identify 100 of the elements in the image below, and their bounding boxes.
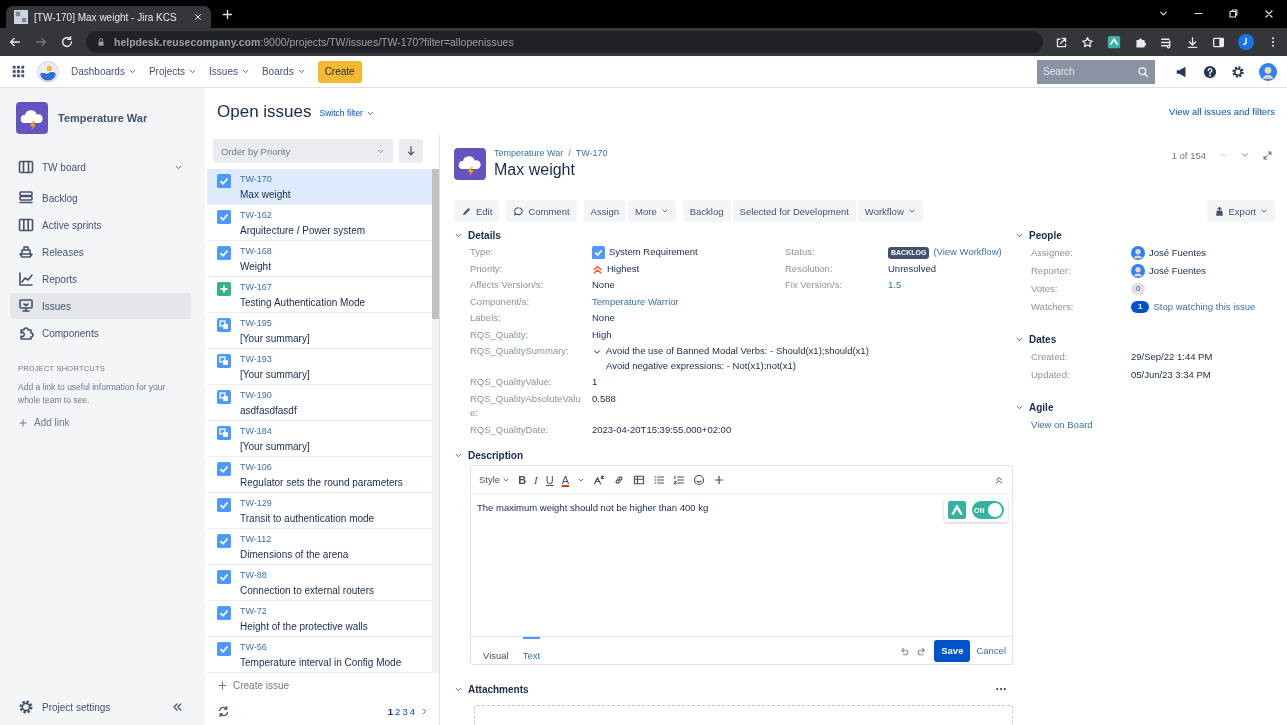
bullet-list-icon[interactable] — [653, 473, 666, 486]
table-icon[interactable] — [633, 473, 646, 486]
plus-icon[interactable] — [713, 473, 726, 486]
scrollbar[interactable] — [432, 169, 439, 673]
sort-button[interactable] — [399, 139, 423, 163]
collapse-icon[interactable] — [994, 474, 1004, 485]
issue-list-item[interactable]: TW-184 [Your summary] — [207, 421, 432, 457]
address-bar[interactable]: helpdesk.reusecompany.com:9000/projects/TW/issues/TW-170?filter=allopenissues — [86, 31, 1043, 53]
toolbar-button[interactable]: Backlog — [682, 200, 731, 222]
collapse-icon[interactable] — [171, 701, 183, 713]
issue-list-item[interactable]: TW-88 Connection to external routers — [207, 565, 432, 601]
download-icon[interactable] — [1186, 35, 1199, 49]
new-tab-icon[interactable] — [221, 7, 234, 21]
field-link[interactable]: 1.5 — [888, 278, 902, 293]
nav-menu[interactable]: Boards — [261, 66, 306, 77]
format-button[interactable]: I — [534, 473, 538, 486]
expand-icon[interactable] — [1262, 150, 1273, 161]
watch-link[interactable]: Stop watching this issue — [1153, 299, 1256, 315]
sidebar-item[interactable]: TW board — [10, 154, 191, 180]
refresh-icon[interactable] — [217, 704, 230, 718]
nav-menu[interactable]: Dashboards — [71, 66, 137, 77]
share-icon[interactable] — [1055, 35, 1068, 49]
profile-icon[interactable] — [1238, 34, 1254, 50]
toolbar-button[interactable]: Selected for Development — [732, 200, 856, 222]
order-dropdown[interactable]: Order by Priority — [213, 139, 393, 163]
next-page-icon[interactable] — [420, 706, 429, 716]
breadcrumb-link[interactable]: TW-170 — [575, 148, 608, 158]
breadcrumb-link[interactable]: Temperature War — [494, 148, 564, 158]
issue-list-item[interactable]: TW-106 Regulator sets the round parameters — [207, 457, 432, 493]
toolbar-button[interactable]: Edit — [454, 200, 500, 222]
help-icon[interactable] — [1203, 64, 1217, 79]
page-link[interactable]: 4 — [409, 705, 415, 717]
board-link[interactable]: View on Board — [1031, 417, 1093, 433]
editor-mode-tab[interactable]: Text — [522, 636, 541, 665]
issue-list-item[interactable]: TW-195 [Your summary] — [207, 313, 432, 349]
chevron-down-icon[interactable] — [592, 347, 602, 357]
editor-mode-tab[interactable]: Visual — [483, 636, 509, 665]
sidebar-item[interactable]: Releases — [10, 239, 191, 265]
cancel-link[interactable]: Cancel — [976, 645, 1006, 656]
forward-icon[interactable] — [34, 35, 48, 49]
save-button[interactable]: Save — [934, 639, 971, 662]
avatar-icon[interactable] — [1259, 62, 1277, 81]
issue-list-item[interactable]: TW-190 asdfasdfasdf — [207, 385, 432, 421]
back-icon[interactable] — [8, 35, 22, 49]
nav-menu[interactable]: Projects — [148, 66, 198, 77]
puzzle-icon[interactable] — [1134, 35, 1147, 49]
menu-button[interactable]: More — [628, 200, 676, 222]
close-icon[interactable] — [1263, 8, 1275, 20]
sidebar-item[interactable]: Components — [10, 320, 191, 346]
issue-list-item[interactable]: TW-170 Max weight — [207, 169, 432, 205]
link-icon[interactable] — [613, 473, 626, 486]
numbered-list-icon[interactable] — [673, 473, 686, 486]
format-button[interactable]: B — [518, 473, 527, 486]
workflow-link[interactable]: (View Workflow) — [933, 245, 1002, 260]
app-grid-icon[interactable] — [12, 65, 25, 78]
create-issue-button[interactable]: Create issue — [207, 673, 300, 697]
view-all-link[interactable]: View all issues and filters — [1169, 106, 1275, 117]
star-icon[interactable] — [1081, 35, 1094, 49]
issue-list-item[interactable]: TW-112 Dimensions of the arena — [207, 529, 432, 565]
logo-icon[interactable] — [37, 60, 59, 83]
issue-list-item[interactable]: TW-162 Arquitecture / Power system — [207, 205, 432, 241]
toolbar-button[interactable]: Comment — [506, 200, 577, 222]
format-button[interactable]: A — [561, 473, 570, 486]
page-link[interactable]: 1 — [387, 705, 394, 717]
settings-icon[interactable] — [1231, 64, 1245, 79]
extension-icon[interactable] — [1107, 35, 1121, 49]
plugin-icon[interactable] — [948, 501, 966, 519]
emoji-icon[interactable] — [693, 473, 706, 486]
project-settings-link[interactable]: Project settings — [18, 699, 111, 715]
issue-list-item[interactable]: TW-167 Testing Authentication Mode — [207, 277, 432, 313]
issue-list-item[interactable]: TW-193 [Your summary] — [207, 349, 432, 385]
sidebar-item[interactable]: Active sprints — [10, 212, 191, 238]
sidebar-item[interactable]: Backlog — [10, 185, 191, 211]
issue-list-item[interactable]: TW-168 Weight — [207, 241, 432, 277]
add-link-button[interactable]: Add link — [18, 417, 70, 428]
issue-list-item[interactable]: TW-72 Height of the protective walls — [207, 601, 432, 637]
chevron-down-icon[interactable] — [1158, 8, 1169, 19]
issue-list-item[interactable]: TW-56 Temperature interval in Config Mode — [207, 637, 432, 673]
superscript-icon[interactable] — [593, 473, 606, 486]
side-panel-icon[interactable] — [1212, 35, 1225, 49]
next-issue-icon[interactable] — [1240, 150, 1250, 160]
field-link[interactable]: Temperature Warrior — [592, 294, 679, 309]
browser-tab[interactable]: [TW-170] Max weight - Jira KCS — [6, 6, 211, 28]
style-dropdown[interactable]: Style — [479, 474, 511, 485]
sidebar-item[interactable]: Reports — [10, 266, 191, 292]
search-field[interactable]: Search — [1037, 59, 1155, 84]
reload-icon[interactable] — [60, 35, 74, 49]
export-button[interactable]: Export — [1206, 200, 1275, 222]
page-link[interactable]: 3 — [402, 705, 408, 717]
page-link[interactable]: 2 — [395, 705, 401, 717]
switch-filter-button[interactable]: Switch filter — [319, 108, 375, 118]
create-button[interactable]: Create — [317, 60, 362, 83]
nav-menu[interactable]: Issues — [209, 66, 250, 77]
menu-button[interactable]: Workflow — [857, 200, 923, 222]
close-icon[interactable] — [193, 12, 203, 22]
megaphone-icon[interactable] — [1175, 64, 1189, 79]
issue-list-item[interactable]: TW-129 Transit to authentication mode — [207, 493, 432, 529]
restore-icon[interactable] — [1228, 8, 1239, 19]
format-button[interactable]: U — [545, 473, 554, 486]
toolbar-button[interactable]: Assign — [583, 200, 627, 222]
